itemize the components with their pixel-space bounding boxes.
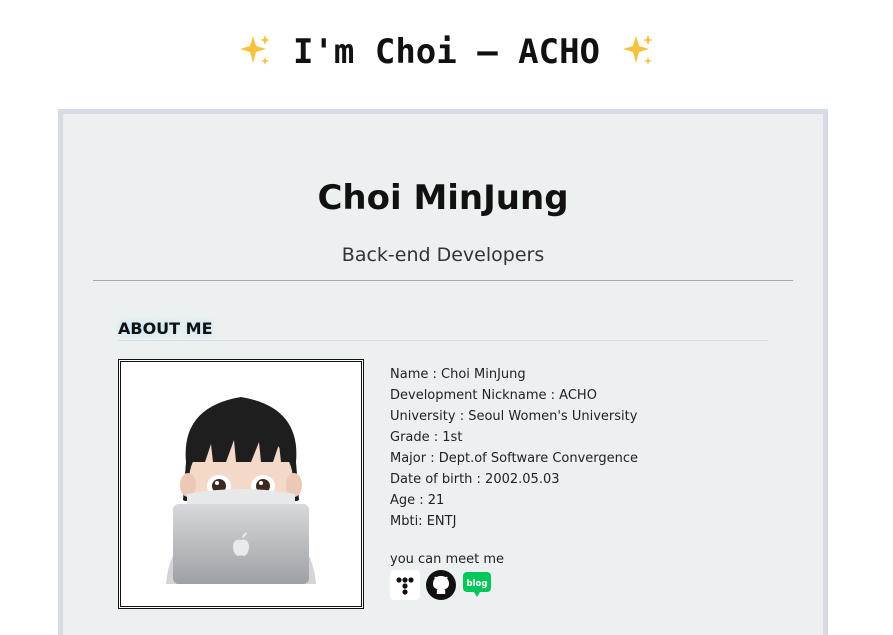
memoji-avatar-icon: [121, 362, 361, 606]
naver-blog-text: blog: [467, 579, 488, 589]
info-mbti: Mbti: ENTJ: [390, 514, 457, 529]
page-title: I'm Choi — ACHO: [292, 32, 601, 72]
sparkles-icon-right: [622, 35, 653, 65]
naver-blog-icon: blog: [463, 572, 491, 597]
info-age: Age : 21: [390, 493, 445, 508]
profile-card: Choi MinJung Back-end Developers ABOUT M…: [58, 109, 828, 635]
tistory-icon: [390, 570, 420, 600]
github-link[interactable]: [426, 570, 456, 600]
avatar-photo: [118, 359, 364, 609]
page-title-bar: I'm Choi — ACHO: [0, 28, 893, 76]
about-section-rule: [118, 340, 768, 341]
info-name: Name : Choi MinJung: [390, 367, 526, 382]
sparkles-icon-left: [240, 35, 271, 65]
social-links: blog: [390, 570, 492, 600]
profile-role: Back-end Developers: [341, 244, 545, 266]
meet-label: you can meet me: [390, 552, 505, 567]
info-grade: Grade : 1st: [390, 430, 463, 445]
about-section-title: ABOUT ME: [118, 319, 213, 338]
github-icon: [426, 570, 456, 600]
info-university: University : Seoul Women's University: [390, 409, 638, 424]
info-birth-date: Date of birth : 2002.05.03: [390, 472, 560, 487]
info-nickname: Development Nickname : ACHO: [390, 388, 597, 403]
header-divider: [93, 280, 793, 281]
about-info-list: Name : Choi MinJung Development Nickname…: [390, 364, 638, 532]
naver-blog-link[interactable]: blog: [462, 570, 492, 600]
info-major: Major : Dept.of Software Convergence: [390, 451, 639, 466]
tistory-link[interactable]: [390, 570, 420, 600]
profile-name: Choi MinJung: [317, 178, 569, 218]
